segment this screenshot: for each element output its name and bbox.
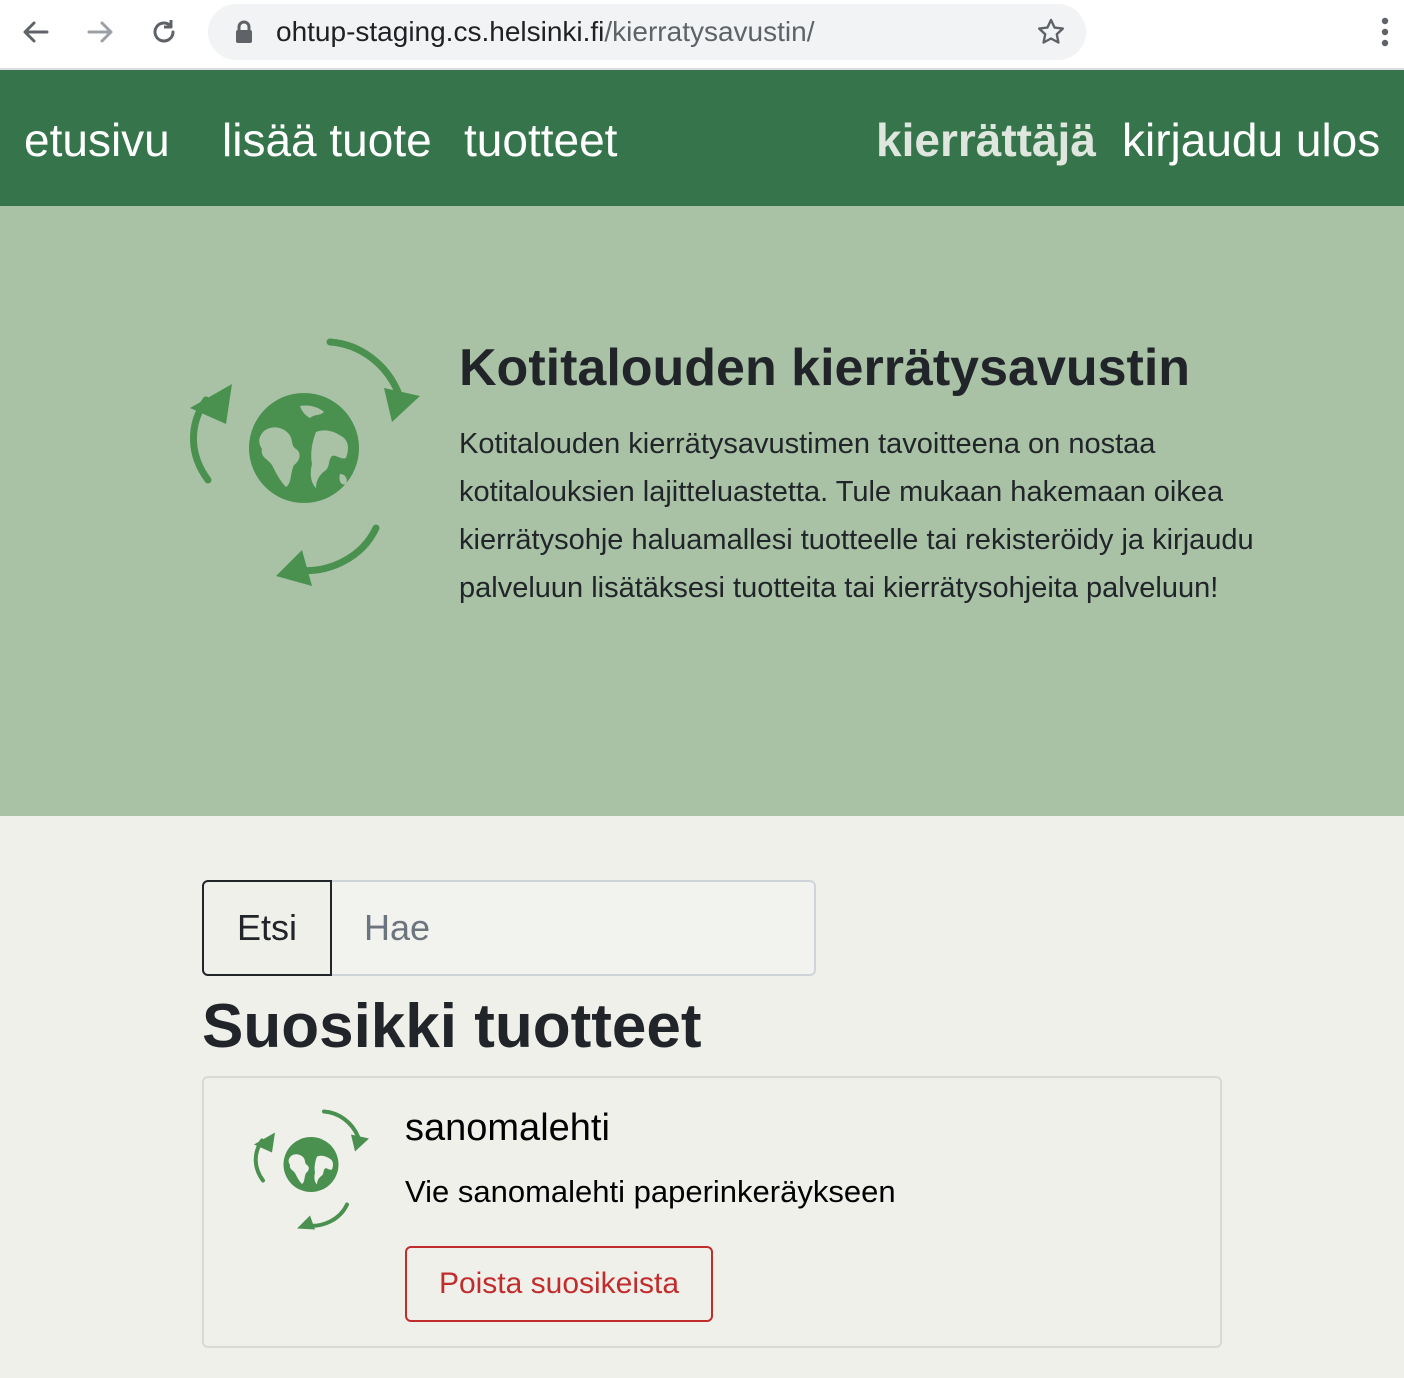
product-instruction: Vie sanomalehti paperinkeräykseen xyxy=(405,1174,896,1209)
bookmark-star-icon[interactable] xyxy=(1036,17,1066,47)
nav-link-products[interactable]: tuotteet xyxy=(464,114,617,166)
hero-title: Kotitalouden kierrätysavustin xyxy=(459,339,1191,397)
search-group: Etsi xyxy=(202,880,816,976)
reload-icon[interactable] xyxy=(144,12,184,52)
site-navbar: etusivu lisää tuote tuotteet kierrättäjä… xyxy=(0,70,1404,206)
more-vert-icon[interactable] xyxy=(1370,14,1400,50)
favorite-product-card: sanomalehti Vie sanomalehti paperinkeräy… xyxy=(202,1076,1222,1348)
nav-username[interactable]: kierrättäjä xyxy=(876,114,1096,166)
nav-link-add-product[interactable]: lisää tuote xyxy=(222,114,432,166)
browser-toolbar: ohtup-staging.cs.helsinki.fi/kierratysav… xyxy=(0,0,1404,70)
url-host: ohtup-staging.cs.helsinki.fi xyxy=(276,16,605,47)
search-input[interactable] xyxy=(332,880,816,976)
favorites-heading: Suosikki tuotteet xyxy=(202,992,702,1061)
hero-banner: Kotitalouden kierrätysavustin Kotitaloud… xyxy=(0,206,1404,816)
address-bar[interactable]: ohtup-staging.cs.helsinki.fi/kierratysav… xyxy=(208,4,1086,60)
product-name[interactable]: sanomalehti xyxy=(405,1106,610,1150)
url-path: /kierratysavustin/ xyxy=(604,16,815,47)
forward-arrow-icon[interactable] xyxy=(80,12,120,52)
back-arrow-icon[interactable] xyxy=(16,12,56,52)
remove-favorite-button[interactable]: Poista suosikeista xyxy=(405,1246,713,1322)
recycling-globe-thumbnail-icon xyxy=(253,1109,369,1230)
recycling-globe-logo-icon xyxy=(190,338,420,586)
nav-link-home[interactable]: etusivu xyxy=(24,114,170,166)
nav-link-logout[interactable]: kirjaudu ulos xyxy=(1122,114,1380,166)
lock-icon xyxy=(236,20,252,43)
search-button[interactable]: Etsi xyxy=(202,880,332,976)
address-url: ohtup-staging.cs.helsinki.fi/kierratysav… xyxy=(276,17,814,47)
hero-description: Kotitalouden kierrätysavustimen tavoitte… xyxy=(459,428,1254,604)
